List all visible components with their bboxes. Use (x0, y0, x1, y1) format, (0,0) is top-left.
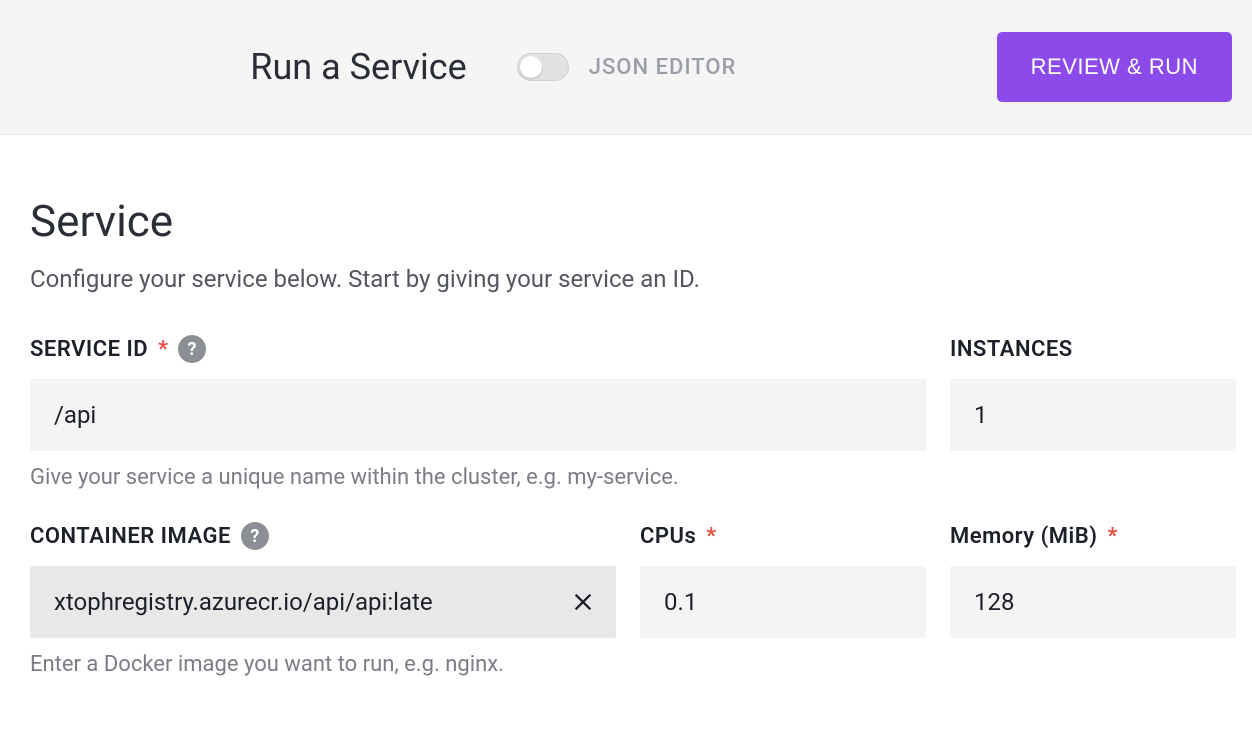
container-image-field: CONTAINER IMAGE ? Enter a Docker image y… (30, 520, 616, 677)
service-id-label-row: SERVICE ID * ? (30, 333, 926, 365)
header-center: Run a Service JSON EDITOR (20, 46, 967, 88)
service-heading: Service (30, 195, 1222, 247)
cpus-field: CPUs * (640, 520, 926, 638)
container-image-input-wrap (30, 566, 616, 638)
memory-field: Memory (MiB) * (950, 520, 1236, 638)
page-title: Run a Service (250, 46, 466, 88)
required-icon: * (1107, 524, 1117, 549)
review-run-button[interactable]: REVIEW & RUN (997, 32, 1232, 102)
container-image-hint: Enter a Docker image you want to run, e.… (30, 652, 616, 677)
toggle-knob (520, 56, 542, 78)
instances-label-row: INSTANCES (950, 333, 1236, 365)
container-image-label-row: CONTAINER IMAGE ? (30, 520, 616, 552)
instances-label: INSTANCES (950, 337, 1073, 362)
json-editor-label: JSON EDITOR (589, 55, 737, 80)
cpus-input[interactable] (640, 566, 926, 638)
memory-input[interactable] (950, 566, 1236, 638)
service-id-label: SERVICE ID (30, 337, 148, 362)
header-bar: Run a Service JSON EDITOR REVIEW & RUN (0, 0, 1252, 135)
required-icon: * (706, 524, 716, 549)
header-inner: Run a Service JSON EDITOR REVIEW & RUN (20, 32, 1232, 102)
required-icon: * (158, 337, 168, 362)
cpus-label-row: CPUs * (640, 520, 926, 552)
help-icon[interactable]: ? (241, 522, 269, 550)
memory-label: Memory (MiB) (950, 524, 1097, 549)
memory-label-row: Memory (MiB) * (950, 520, 1236, 552)
container-image-label: CONTAINER IMAGE (30, 524, 231, 549)
row-image-cpu-mem: CONTAINER IMAGE ? Enter a Docker image y… (30, 520, 1222, 677)
help-icon[interactable]: ? (178, 335, 206, 363)
instances-field: INSTANCES (950, 333, 1236, 451)
cpus-label: CPUs (640, 524, 696, 549)
row-id-instances: SERVICE ID * ? Give your service a uniqu… (30, 333, 1222, 490)
service-id-field: SERVICE ID * ? Give your service a uniqu… (30, 333, 926, 490)
service-id-input[interactable] (30, 379, 926, 451)
form-content: Service Configure your service below. St… (0, 135, 1252, 737)
clear-input-button[interactable] (550, 591, 616, 613)
service-description: Configure your service below. Start by g… (30, 265, 1222, 293)
service-id-hint: Give your service a unique name within t… (30, 465, 926, 490)
instances-input[interactable] (950, 379, 1236, 451)
close-icon (572, 591, 594, 613)
json-editor-toggle[interactable] (517, 53, 569, 81)
container-image-input[interactable] (30, 566, 550, 638)
